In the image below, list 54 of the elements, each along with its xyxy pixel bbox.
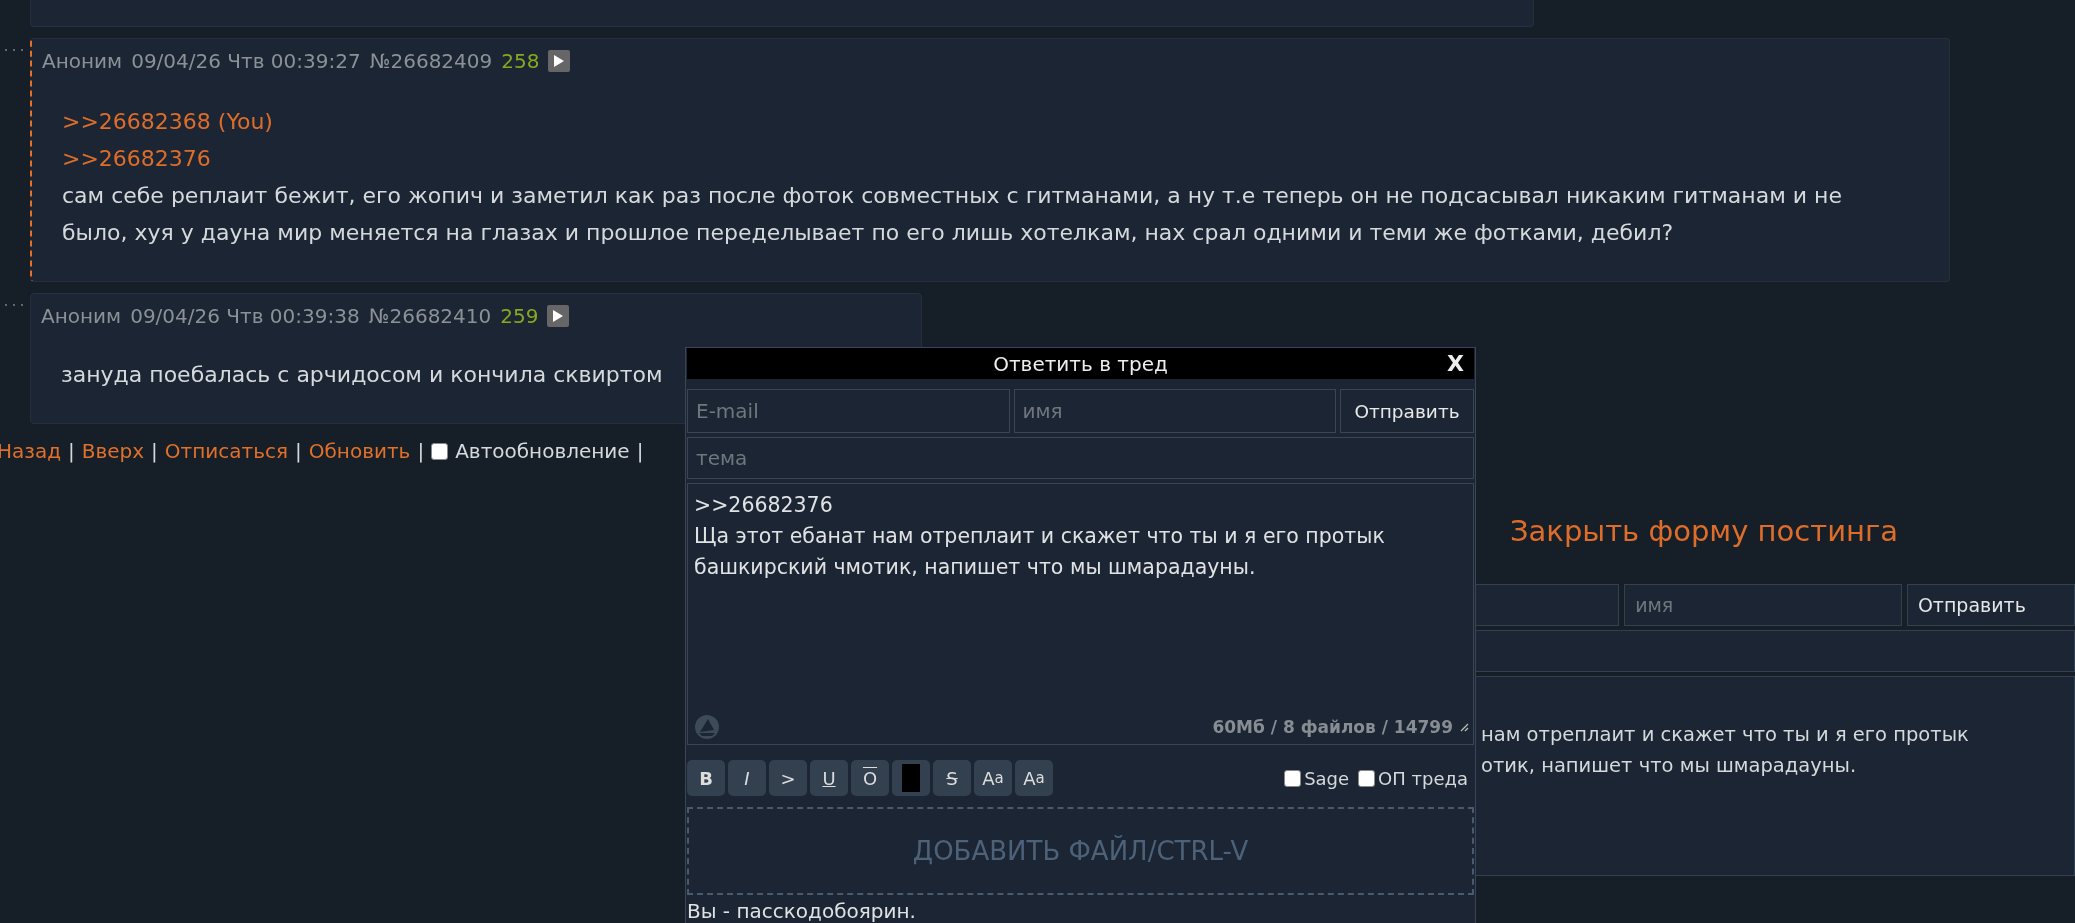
format-button[interactable]: U — [810, 760, 848, 796]
status-text: Вы - пасскодобоярин. — [687, 899, 917, 923]
email-field[interactable] — [1475, 584, 1620, 626]
subject-field[interactable]: тема — [687, 437, 1474, 479]
separator: | — [417, 439, 425, 463]
format-button[interactable]: > — [769, 760, 807, 796]
post-date: 09/04/26 Чтв 00:39:27 — [131, 49, 361, 73]
post-index: 258 — [501, 49, 540, 73]
submit-button[interactable]: Отправить — [1340, 389, 1474, 433]
reply-link[interactable]: >>26682376 — [62, 146, 211, 171]
checkbox[interactable] — [1358, 769, 1376, 787]
post-author: Аноним — [41, 304, 122, 328]
email-field[interactable]: E-mail — [687, 389, 1010, 433]
submit-button[interactable]: Отправить — [1906, 584, 2075, 626]
reply-link[interactable]: >>26682368 (You) — [62, 109, 273, 134]
format-button[interactable]: O — [851, 760, 889, 796]
format-button[interactable]: I — [728, 760, 766, 796]
separator: | — [151, 439, 158, 463]
separator: | — [68, 439, 75, 463]
play-icon[interactable] — [548, 50, 571, 72]
post-text: зануда поебалась с арчидосом и кончила сквиртом — [61, 361, 664, 389]
sailboat-logo-icon — [694, 714, 720, 740]
format-button[interactable]: S — [933, 760, 971, 796]
close-button[interactable]: X — [1447, 351, 1464, 376]
checkbox-label: Автообновление — [455, 439, 630, 463]
separator: | — [636, 439, 644, 463]
form-title: Ответить в тред — [993, 351, 1168, 376]
post-number[interactable]: №26682410 — [368, 304, 492, 328]
post-index: 259 — [500, 304, 539, 328]
message-text: нам отреплаит и скажет что ты и я его протык — [1481, 722, 1970, 748]
post-text: сам себе реплаит бежит, его жопич и заметил как раз после фоток совместных с гитманами, а ну т.е теперь он не подсасывал никаким гитманам и не было, хуя у дауна мир меняется на глазах и прошлое переделывает по его лишь хотелкам, нах срал одними и теми же фотками, дебил? — [62, 182, 1843, 247]
nav-link[interactable]: Вверх — [81, 439, 145, 463]
subject-field[interactable] — [1475, 630, 2075, 672]
checkbox-label: ОП треда — [1378, 767, 1468, 789]
close-form-link[interactable]: Закрыть форму постинга — [1510, 514, 1898, 548]
post-author: Аноним — [42, 49, 123, 73]
name-field[interactable]: имя — [1624, 584, 1902, 626]
format-button[interactable]: B — [687, 760, 725, 796]
message-field[interactable]: >>26682376 Ща этот ебанат нам отреплаит и скажет что ты и я его протык башкирский чмотик, напишет что мы шмарадауны. 60Мб / 8 файлов / 14799 — [687, 483, 1474, 745]
checkbox[interactable] — [1284, 769, 1302, 787]
checkbox-label: Sage — [1304, 767, 1350, 789]
message-text: >>26682376 Ща этот ебанат нам отреплаит и скажет что ты и я его протык башкирский чмотик, напишет что мы шмарадауны. — [694, 492, 1386, 581]
separator: | — [295, 439, 302, 463]
message-field[interactable]: нам отреплаит и скажет что ты и я его протык отик, напишет что мы шмарадауны. — [1475, 676, 2075, 876]
message-text: отик, напишет что мы шмарадауны. — [1481, 753, 1858, 779]
checkbox[interactable] — [431, 442, 449, 460]
name-field[interactable]: имя — [1013, 389, 1336, 433]
resize-handle-icon[interactable] — [1459, 722, 1469, 732]
post-date: 09/04/26 Чтв 00:39:38 — [130, 304, 360, 328]
nav-link[interactable]: Обновить — [308, 439, 411, 463]
play-icon[interactable] — [547, 305, 570, 327]
file-limit-counter: 60Мб / 8 файлов / 14799 — [1212, 717, 1453, 737]
nav-link[interactable]: Отписаться — [164, 439, 289, 463]
post-number[interactable]: №26682409 — [369, 49, 493, 73]
